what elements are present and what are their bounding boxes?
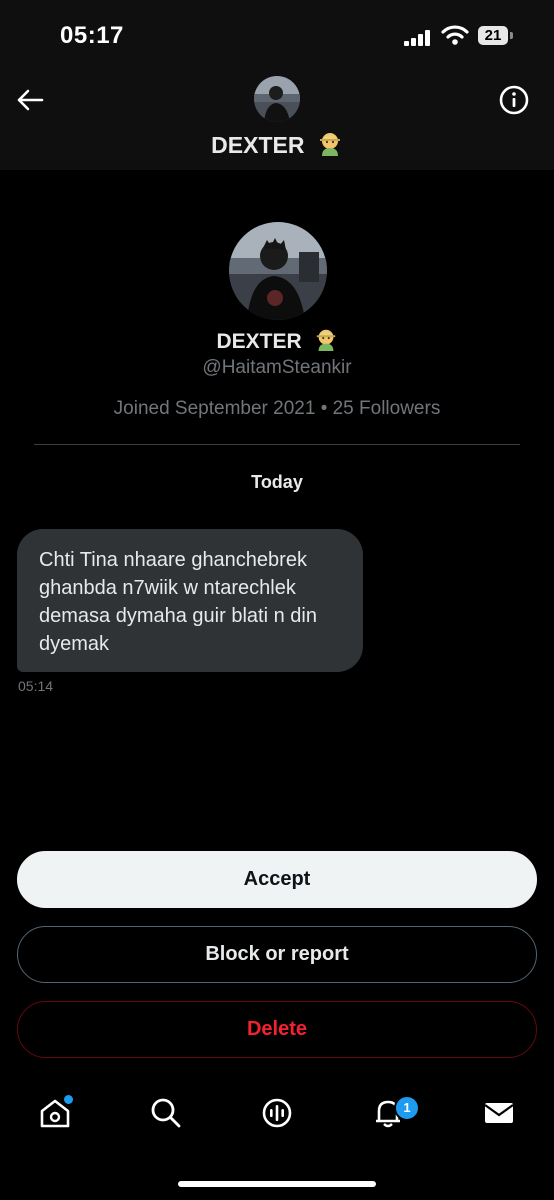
spaces-icon[interactable] xyxy=(260,1096,294,1130)
header-avatar[interactable] xyxy=(254,76,300,122)
battery-tip xyxy=(510,32,513,39)
message-timestamp: 05:14 xyxy=(18,678,54,694)
profile-handle[interactable]: @HaitamSteankir xyxy=(0,357,554,379)
battery-icon: 21 xyxy=(478,26,508,45)
search-icon[interactable] xyxy=(149,1096,183,1130)
farmer-emoji-icon xyxy=(316,329,335,351)
home-indicator[interactable] xyxy=(178,1181,376,1187)
header-title: DEXTER xyxy=(0,130,554,159)
status-time: 05:17 xyxy=(60,22,124,49)
header-name-text: DEXTER xyxy=(211,132,305,158)
block-or-report-button[interactable]: Block or report xyxy=(17,926,537,983)
wifi-icon xyxy=(441,25,469,45)
profile-name-text: DEXTER xyxy=(216,330,302,353)
divider xyxy=(34,444,520,445)
delete-button[interactable]: Delete xyxy=(17,1001,537,1058)
conversation-header: DEXTER xyxy=(0,70,554,170)
cellular-signal-icon xyxy=(404,30,430,46)
profile-avatar[interactable] xyxy=(229,222,327,320)
profile-meta: Joined September 2021 • 25 Followers xyxy=(113,398,441,419)
date-label: Today xyxy=(251,472,303,492)
status-bar: 05:17 21 xyxy=(0,0,554,70)
info-icon[interactable] xyxy=(498,84,530,116)
home-unread-dot xyxy=(64,1095,73,1104)
notification-count-badge: 1 xyxy=(394,1095,420,1121)
messages-icon[interactable] xyxy=(482,1096,516,1130)
back-arrow-icon[interactable] xyxy=(14,84,46,116)
farmer-emoji-icon xyxy=(319,133,340,156)
profile-name: DEXTER xyxy=(0,327,554,354)
accept-button[interactable]: Accept xyxy=(17,851,537,908)
message-bubble[interactable]: Chti Tina nhaare ghanchebrek ghanbda n7w… xyxy=(17,529,363,672)
